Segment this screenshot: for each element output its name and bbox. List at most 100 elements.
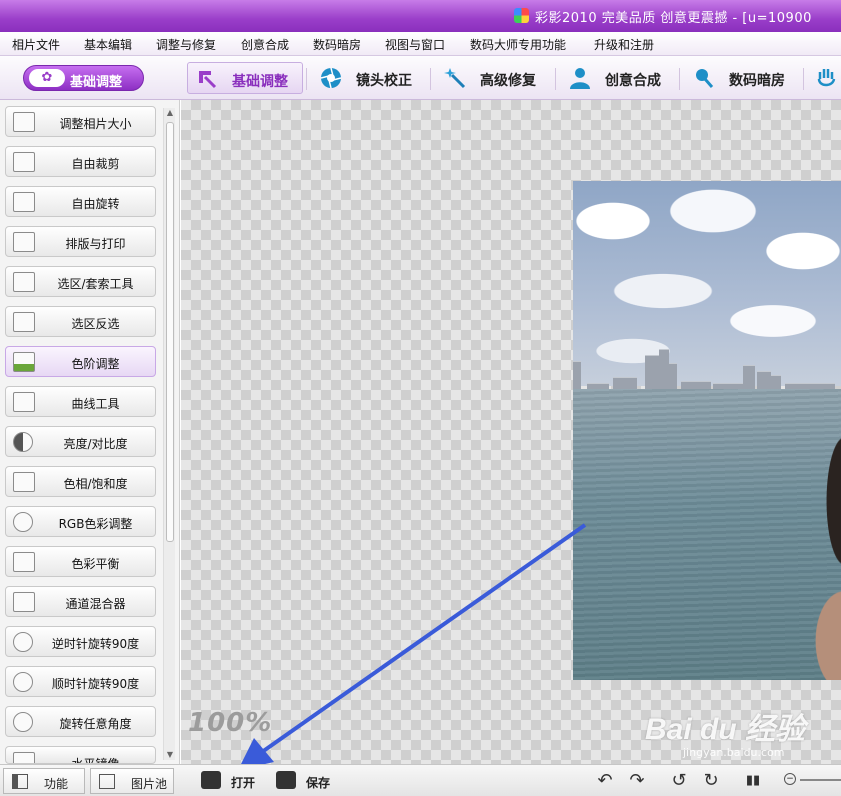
crop-icon [13, 152, 35, 172]
button-label: 旋转任意角度 [59, 717, 132, 731]
menu-upgrade[interactable]: 升级和注册 [594, 36, 654, 53]
rotate-left-icon[interactable]: ↺ [668, 771, 690, 791]
menu-adjust[interactable]: 调整与修复 [156, 36, 216, 53]
panel-scrollbar[interactable]: ▲ ▼ [163, 108, 175, 760]
levels-button[interactable]: 色阶调整 [5, 346, 156, 377]
hand-icon[interactable] [816, 67, 838, 89]
scroll-up-icon[interactable]: ▲ [165, 108, 175, 118]
magic-wand-icon [444, 68, 466, 89]
button-label: 曲线工具 [71, 397, 120, 411]
app-logo-icon [514, 8, 529, 23]
category-pill-button[interactable]: ✿ 基础调整 [23, 65, 144, 91]
tab-basic-adjust[interactable]: 基础调整 [187, 62, 303, 94]
rotate-angle-icon [13, 712, 33, 732]
button-label: 逆时针旋转90度 [51, 637, 140, 651]
save-label: 保存 [306, 776, 331, 790]
window-title: 彩影2010 完美品质 创意更震撼 - [u=10900 [535, 11, 812, 26]
image-canvas[interactable]: 100% Bai du 经验 jingyan.baidu.com [181, 100, 841, 764]
rotate-right-icon[interactable]: ↻ [700, 771, 722, 791]
rotate-cw-90-button[interactable]: 顺时针旋转90度 [5, 666, 156, 697]
zoom-slider[interactable] [800, 779, 841, 781]
photo-person [789, 561, 841, 680]
function-panel: 调整相片大小 自由裁剪 自由旋转 排版与打印 选区/套索工具 选区反选 色阶调整… [0, 100, 180, 764]
zoom-out-icon[interactable]: − [784, 773, 796, 785]
tab-advanced-repair[interactable]: 高级修复 [436, 62, 548, 94]
microphone-icon [696, 69, 714, 88]
button-label: 顺时针旋转90度 [51, 677, 140, 691]
title-bar: 彩影2010 完美品质 创意更震撼 - [u=10900 [0, 0, 841, 32]
open-button[interactable]: 打开 [201, 769, 265, 793]
button-label: 自由旋转 [71, 197, 120, 211]
watermark-url: jingyan.baidu.com [683, 746, 785, 759]
undo-icon[interactable]: ↶ [594, 771, 616, 791]
hue-saturation-button[interactable]: 色相/饱和度 [5, 466, 156, 497]
toolbar-divider [679, 68, 680, 90]
toolbar-divider [306, 68, 307, 90]
rotate-ccw-icon [13, 632, 33, 652]
button-label: 调整相片大小 [59, 117, 132, 131]
tab-label: 功能 [44, 777, 69, 791]
toolbar-divider [555, 68, 556, 90]
tab-photo-pool[interactable]: 图片池 [90, 768, 174, 794]
button-label: 选区反选 [71, 317, 120, 331]
free-crop-button[interactable]: 自由裁剪 [5, 146, 156, 177]
invert-selection-button[interactable]: 选区反选 [5, 306, 156, 337]
rgb-circles-icon [13, 512, 33, 532]
tab-label: 高级修复 [480, 73, 536, 89]
menu-edit[interactable]: 基本编辑 [84, 36, 132, 53]
menu-bar: 相片文件 基本编辑 调整与修复 创意合成 数码暗房 视图与窗口 数码大师专用功能… [0, 32, 841, 56]
button-label: 排版与打印 [65, 237, 126, 251]
free-rotate-button[interactable]: 自由旋转 [5, 186, 156, 217]
button-label: 选区/套索工具 [57, 277, 134, 291]
button-label: 色相/饱和度 [63, 477, 128, 491]
menu-darkroom[interactable]: 数码暗房 [313, 36, 361, 53]
menu-master[interactable]: 数码大师专用功能 [470, 36, 566, 53]
curves-button[interactable]: 曲线工具 [5, 386, 156, 417]
button-label: RGB色彩调整 [58, 517, 133, 531]
sliders-icon [13, 552, 35, 572]
tab-lens-correction[interactable]: 镜头校正 [312, 62, 424, 94]
channel-icon [13, 592, 35, 612]
toolbar-divider [803, 68, 804, 90]
menu-composite[interactable]: 创意合成 [241, 36, 289, 53]
tab-label: 镜头校正 [356, 73, 412, 89]
rgb-adjust-button[interactable]: RGB色彩调整 [5, 506, 156, 537]
lasso-icon [13, 272, 35, 292]
layout-print-button[interactable]: 排版与打印 [5, 226, 156, 257]
gear-icon: ✿ [29, 69, 65, 87]
flip-horizontal-button[interactable]: 水平镜像 [5, 746, 156, 764]
panel-icon [12, 774, 28, 789]
tab-digital-darkroom[interactable]: 数码暗房 [685, 62, 797, 94]
color-balance-button[interactable]: 色彩平衡 [5, 546, 156, 577]
open-label: 打开 [231, 776, 256, 790]
scroll-down-icon[interactable]: ▼ [165, 750, 175, 760]
tab-label: 基础调整 [232, 74, 288, 90]
menu-file[interactable]: 相片文件 [12, 36, 60, 53]
histogram-icon [13, 352, 35, 372]
mirror-icon[interactable]: ▮▮ [742, 771, 764, 791]
selection-lasso-button[interactable]: 选区/套索工具 [5, 266, 156, 297]
brightness-contrast-button[interactable]: 亮度/对比度 [5, 426, 156, 457]
tab-function[interactable]: 功能 [3, 768, 85, 794]
menu-view[interactable]: 视图与窗口 [385, 36, 445, 53]
tab-creative-composite[interactable]: 创意合成 [561, 62, 673, 94]
toolbar-divider [430, 68, 431, 90]
button-label: 色彩平衡 [71, 557, 120, 571]
printer-icon [13, 232, 35, 252]
tab-label: 数码暗房 [729, 73, 785, 89]
scroll-thumb[interactable] [166, 122, 174, 542]
button-label: 亮度/对比度 [63, 437, 128, 451]
zoom-level: 100% [188, 708, 273, 738]
tab-label: 图片池 [131, 777, 168, 791]
flip-icon [13, 752, 35, 763]
save-button[interactable]: 保存 [276, 769, 340, 793]
button-label: 自由裁剪 [71, 157, 120, 171]
watermark-text: Bai du 经验 [645, 713, 806, 746]
resize-photo-button[interactable]: 调整相片大小 [5, 106, 156, 137]
bottom-bar: 功能 图片池 打开 保存 ↶ ↷ ↺ ↻ ▮▮ − [0, 764, 841, 796]
rotate-any-angle-button[interactable]: 旋转任意角度 [5, 706, 156, 737]
photo [573, 181, 841, 680]
channel-mixer-button[interactable]: 通道混合器 [5, 586, 156, 617]
rotate-ccw-90-button[interactable]: 逆时针旋转90度 [5, 626, 156, 657]
redo-icon[interactable]: ↷ [626, 771, 648, 791]
